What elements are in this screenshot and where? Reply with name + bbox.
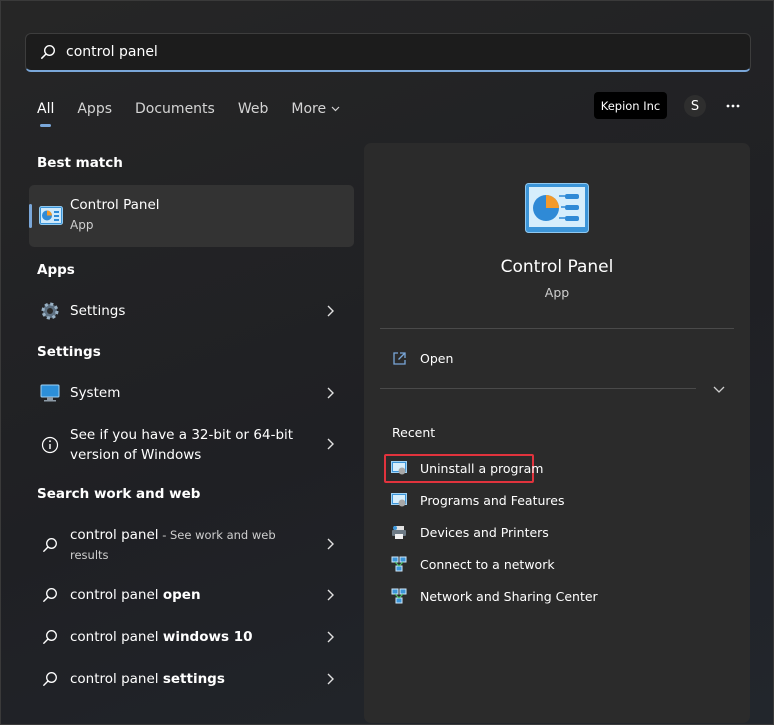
avatar[interactable]: S — [684, 95, 706, 117]
recent-devices-printers[interactable]: Devices and Printers — [391, 524, 549, 540]
network-icon — [391, 588, 407, 604]
control-panel-icon — [39, 206, 63, 225]
tab-web[interactable]: Web — [238, 97, 269, 121]
printer-icon — [391, 524, 407, 540]
open-external-icon — [391, 350, 407, 366]
search-icon — [39, 626, 61, 648]
programs-icon — [391, 460, 407, 476]
web-result[interactable]: control panel windows 10 — [29, 626, 354, 648]
search-window: All Apps Documents Web More Kepion Inc S… — [0, 0, 774, 725]
chevron-right-icon — [327, 438, 334, 450]
preview-pane: Control Panel App Open Recent Uninstall … — [364, 143, 750, 723]
best-match-subtitle: App — [70, 218, 94, 232]
recent-programs-features[interactable]: Programs and Features — [391, 492, 564, 508]
chevron-right-icon — [327, 538, 334, 550]
chevron-down-icon — [331, 106, 340, 112]
divider — [380, 328, 734, 329]
search-icon — [41, 44, 56, 59]
chevron-down-icon[interactable] — [713, 385, 725, 395]
web-result[interactable]: control panel open — [29, 584, 354, 606]
chevron-right-icon — [327, 673, 334, 685]
chevron-right-icon — [327, 631, 334, 643]
section-apps: Apps — [37, 262, 75, 278]
web-result[interactable]: control panel - See work and web results — [29, 525, 354, 565]
section-search-web: Search work and web — [37, 486, 201, 502]
search-icon — [39, 584, 61, 606]
preview-title: Control Panel — [500, 257, 614, 277]
setting-32-or-64-bit[interactable]: See if you have a 32-bit or 64-bit versi… — [29, 425, 354, 465]
network-icon — [391, 556, 407, 572]
more-options-button[interactable] — [723, 98, 743, 114]
search-icon — [39, 534, 61, 556]
best-match-title: Control Panel — [70, 197, 160, 213]
search-input[interactable] — [66, 44, 666, 60]
tab-all[interactable]: All — [37, 97, 54, 127]
tab-documents[interactable]: Documents — [135, 97, 215, 121]
web-result[interactable]: control panel settings — [29, 668, 354, 690]
open-action[interactable]: Open — [391, 350, 453, 366]
programs-icon — [391, 492, 407, 508]
recent-heading: Recent — [392, 425, 436, 440]
chevron-right-icon — [327, 305, 334, 317]
info-icon — [39, 434, 61, 456]
filter-tabs: All Apps Documents Web More — [37, 97, 363, 127]
section-settings: Settings — [37, 344, 101, 360]
tab-more[interactable]: More — [291, 97, 340, 121]
tab-apps[interactable]: Apps — [77, 97, 112, 121]
search-box[interactable] — [25, 33, 751, 72]
section-best-match: Best match — [37, 155, 123, 171]
recent-network-sharing[interactable]: Network and Sharing Center — [391, 588, 598, 604]
best-match-card[interactable]: Control Panel App — [29, 185, 354, 247]
chevron-right-icon — [327, 589, 334, 601]
gear-icon — [39, 300, 61, 322]
app-settings[interactable]: Settings — [29, 299, 354, 323]
monitor-icon — [39, 382, 61, 404]
control-panel-large-icon — [525, 183, 589, 233]
divider — [380, 388, 696, 389]
recent-connect-network[interactable]: Connect to a network — [391, 556, 555, 572]
setting-system[interactable]: System — [29, 381, 354, 405]
ellipsis-icon — [726, 104, 740, 108]
preview-subtitle: App — [544, 285, 570, 300]
org-badge[interactable]: Kepion Inc — [594, 92, 667, 119]
recent-uninstall-program[interactable]: Uninstall a program — [391, 460, 543, 476]
chevron-right-icon — [327, 387, 334, 399]
search-icon — [39, 668, 61, 690]
